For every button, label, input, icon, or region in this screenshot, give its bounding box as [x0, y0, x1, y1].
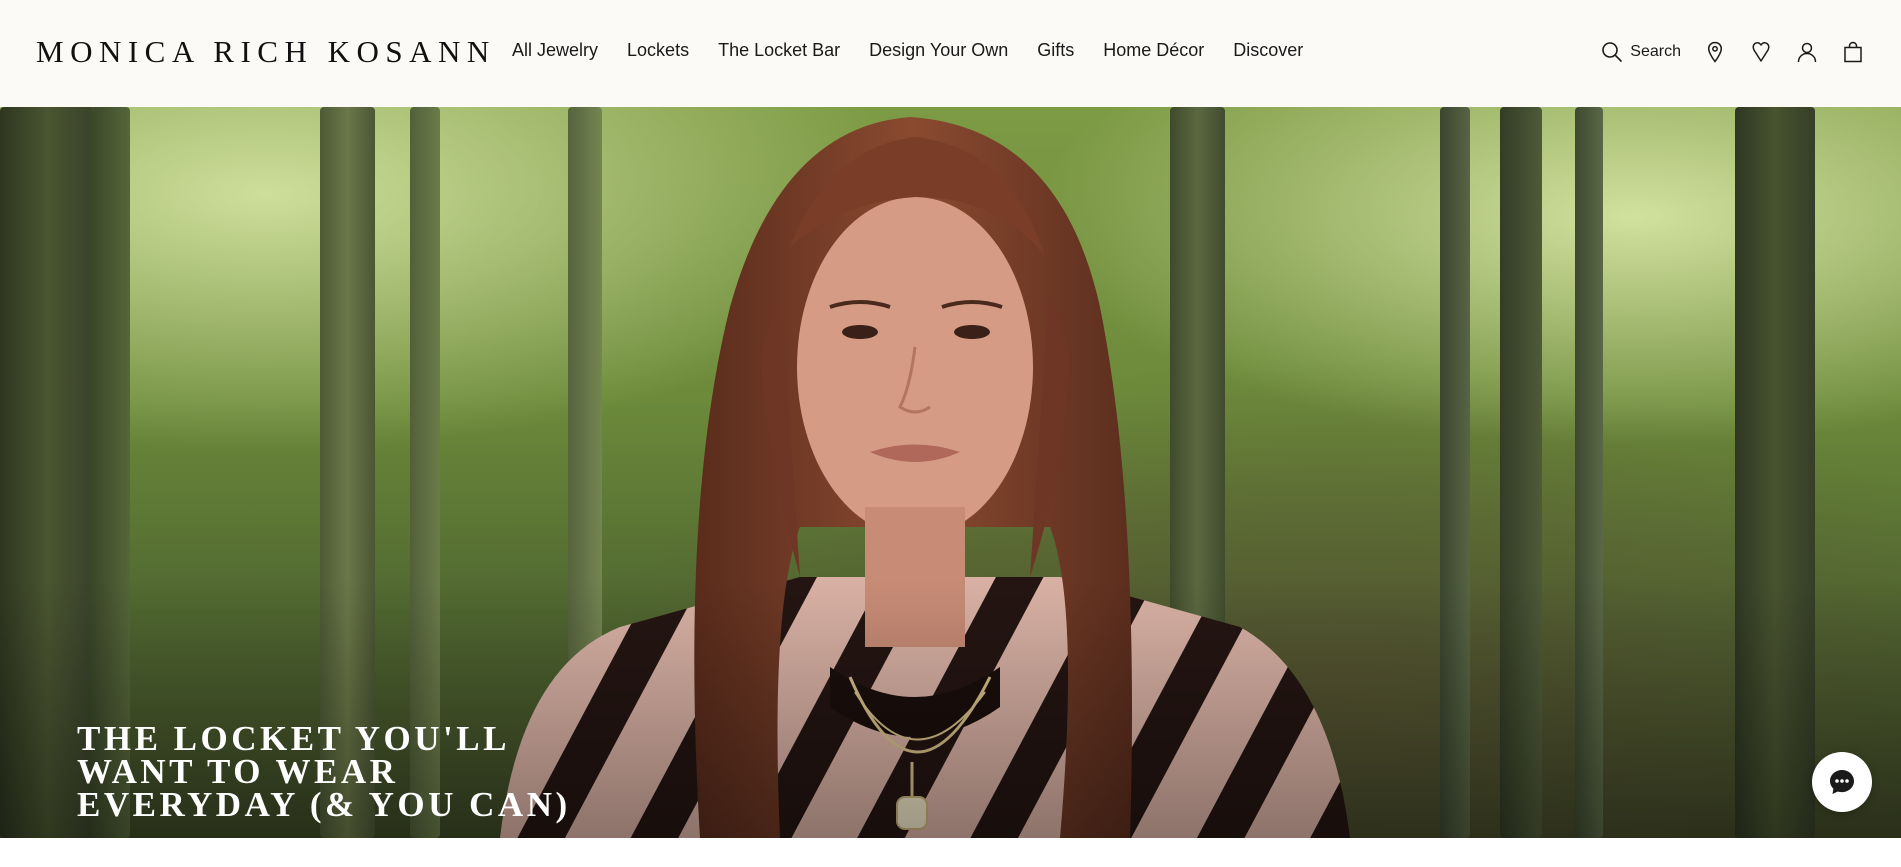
hero-video[interactable]: THE LOCKET YOU'LL WANT TO WEAR EVERYDAY … [0, 107, 1901, 838]
shopping-bag-icon[interactable] [1841, 40, 1865, 64]
nav-item-design-your-own[interactable]: Design Your Own [869, 40, 1008, 61]
search-icon [1602, 42, 1623, 62]
nav-item-lockets[interactable]: Lockets [627, 40, 689, 61]
search-button[interactable]: Search [1600, 40, 1681, 64]
nav-item-the-locket-bar[interactable]: The Locket Bar [718, 40, 840, 61]
nav-item-all-jewelry[interactable]: All Jewelry [512, 40, 598, 61]
search-label: Search [1630, 43, 1681, 60]
account-icon[interactable] [1795, 40, 1819, 64]
brand-logo[interactable]: MONICA RICH KOSANN [36, 34, 496, 70]
header-tools: Search [1600, 40, 1865, 64]
nav-item-discover[interactable]: Discover [1233, 40, 1303, 61]
location-pin-icon[interactable] [1703, 40, 1727, 64]
wishlist-heart-icon[interactable] [1749, 40, 1773, 64]
nav-item-home-decor[interactable]: Home Décor [1103, 40, 1204, 61]
chat-button[interactable] [1812, 752, 1872, 812]
nav-item-gifts[interactable]: Gifts [1037, 40, 1074, 61]
main-nav: All Jewelry Lockets The Locket Bar Desig… [512, 40, 1303, 61]
site-header: MONICA RICH KOSANN All Jewelry Lockets T… [0, 0, 1901, 107]
hero-headline: THE LOCKET YOU'LL WANT TO WEAR EVERYDAY … [77, 719, 571, 824]
chat-bubble-icon [1830, 770, 1854, 794]
